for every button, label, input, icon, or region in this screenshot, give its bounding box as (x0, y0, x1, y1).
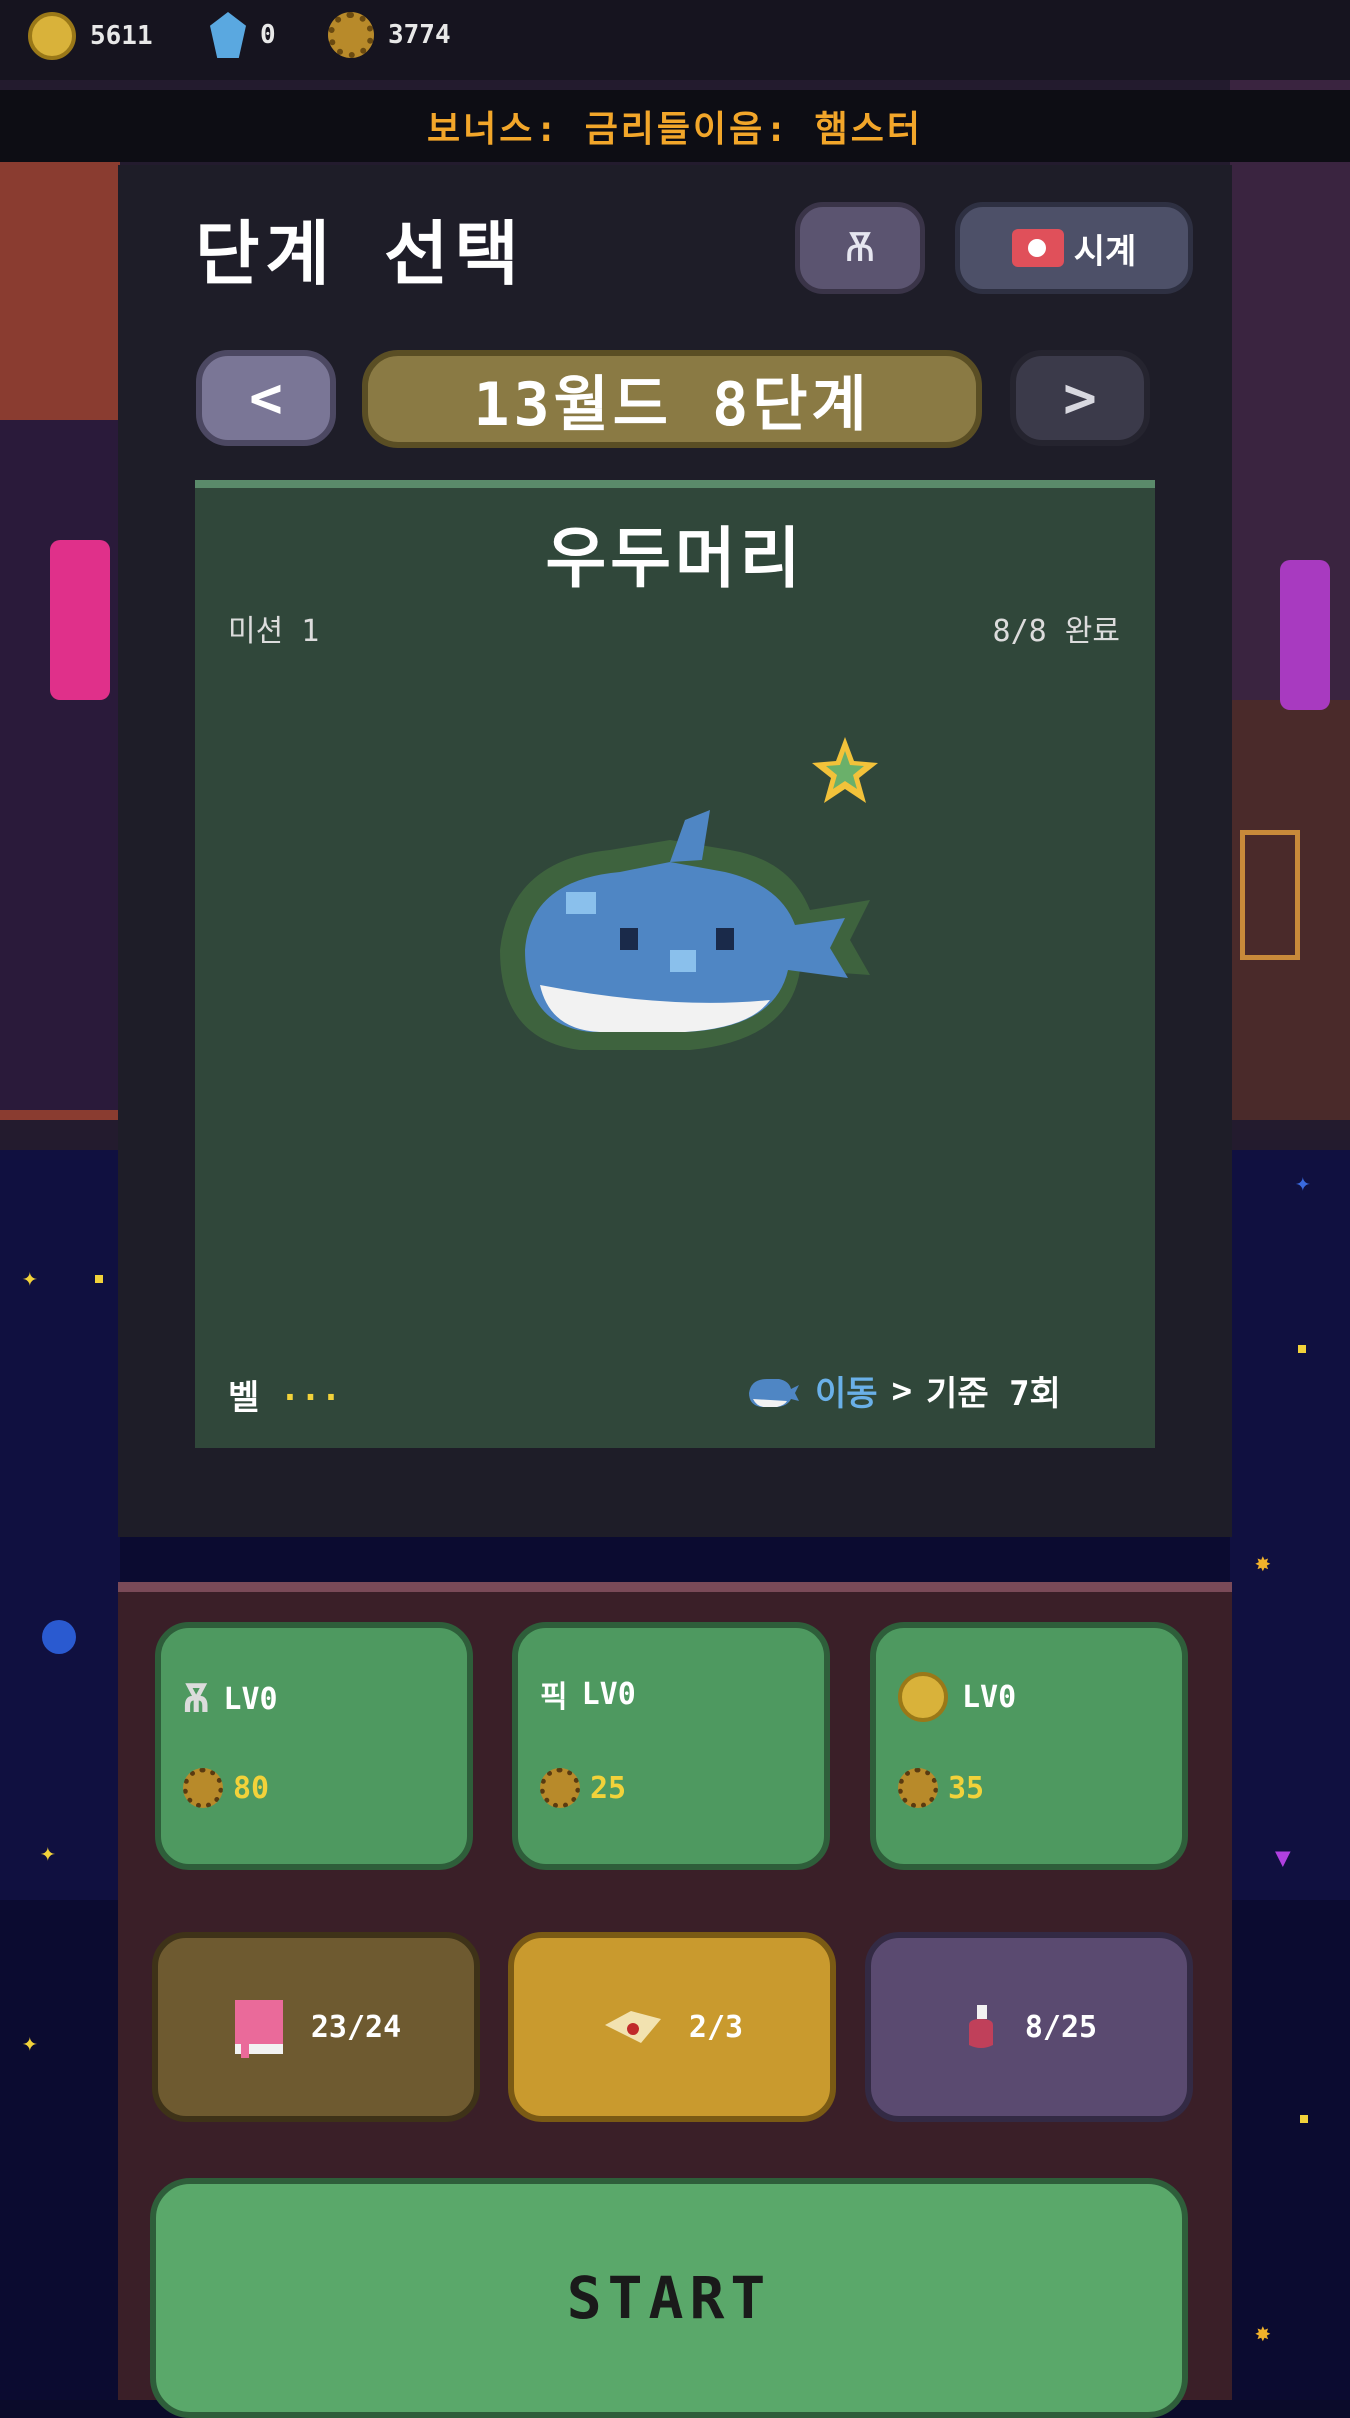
star-icon: ✸ (1255, 2318, 1271, 2348)
gear-icon (328, 12, 374, 58)
upgrade-level: LV0 (962, 1679, 1017, 1715)
dot (95, 1275, 103, 1283)
pick-icon: 픽 (540, 1680, 568, 1715)
move-label: 이동 (815, 1374, 878, 1414)
book-button[interactable]: 23/24 (152, 1932, 480, 2122)
upgrade-button-3[interactable]: LV0 35 (870, 1622, 1188, 1870)
upgrade-cost-row: 25 (540, 1768, 626, 1808)
upgrade-cost: 25 (590, 1770, 627, 1806)
background-frame (1240, 830, 1300, 960)
coin-icon (898, 1672, 948, 1722)
level-dots: ··· (279, 1378, 342, 1418)
top-bar: 5611 0 3774 (0, 0, 1350, 80)
star-icon: ✦ (40, 1838, 56, 1868)
upgrade-cost-row: 80 (183, 1768, 269, 1808)
background-space-right (1230, 1150, 1350, 1900)
upgrade-cost: 35 (948, 1770, 985, 1806)
book-count: 23/24 (310, 2009, 402, 2045)
star-icon: ✸ (1255, 1548, 1271, 1578)
move-value: 기준 7회 (926, 1374, 1061, 1414)
level-label: 벨 (228, 1378, 260, 1418)
move-arrow: > (891, 1370, 913, 1411)
planet-icon (42, 1620, 76, 1654)
star-icon: ✦ (22, 2028, 38, 2058)
upgrade-level: LV0 (223, 1681, 278, 1717)
whale-mini-icon (749, 1378, 799, 1407)
gear-count: 3774 (388, 20, 451, 50)
coin-icon (28, 12, 76, 60)
background-space-left (0, 1150, 120, 1900)
upgrade-row: Ѫ LV0 (183, 1672, 278, 1726)
gear-icon (183, 1768, 223, 1808)
scroll-icon (604, 2011, 661, 2043)
stage-label: 13월드 8단계 (362, 350, 982, 448)
prev-stage-button[interactable]: < (196, 350, 336, 446)
dot (1300, 2115, 1308, 2123)
upgrade-cost-row: 35 (898, 1768, 984, 1808)
clock-icon (1011, 229, 1064, 267)
next-stage-button[interactable]: > (1010, 350, 1150, 446)
star-icon: ✦ (22, 1263, 38, 1293)
background-sign-left (50, 540, 110, 700)
page-title: 단계 선택 (195, 213, 525, 295)
gem-counter: 0 (210, 12, 276, 58)
potion-button[interactable]: 8/25 (865, 1932, 1193, 2122)
bonus-banner: 보너스: 금리들이음: 햄스터 (0, 90, 1350, 162)
chevron-right-icon: > (1063, 365, 1097, 431)
clock-button[interactable]: 시계 (955, 202, 1193, 294)
potion-count: 8/25 (1024, 2009, 1098, 2045)
background-sign-right (1280, 560, 1330, 710)
move-info: 이동 > 기준 7회 (745, 1366, 1061, 1415)
star-icon: ✦ (1295, 1168, 1311, 1198)
upgrade-button-1[interactable]: Ѫ LV0 80 (155, 1622, 473, 1870)
star-icon: ▼ (1275, 1843, 1291, 1873)
monster-book-button[interactable]: Ѫ (795, 202, 925, 294)
upgrade-button-2[interactable]: 픽 LV0 25 (512, 1622, 830, 1870)
book-icon (234, 2000, 283, 2058)
chevron-left-icon: < (249, 365, 283, 431)
start-button[interactable]: START (150, 2178, 1188, 2418)
dot (1298, 1345, 1306, 1353)
upgrade-row: 픽 LV0 (540, 1672, 636, 1716)
background-left-shelf (0, 420, 120, 1110)
gear-counter: 3774 (328, 12, 451, 58)
sparkle-star-icon (812, 737, 878, 803)
upgrade-level: LV0 (581, 1676, 636, 1712)
spider-icon: Ѫ (183, 1672, 210, 1723)
coin-counter: 5611 (28, 12, 153, 60)
whale-boss-sprite (500, 810, 870, 1050)
boss-name: 우두머리 (545, 520, 805, 597)
gear-icon (898, 1768, 938, 1808)
gear-icon (540, 1768, 580, 1808)
spider-icon: Ѫ (846, 221, 874, 272)
mission-label: 미션 1 (228, 614, 320, 649)
scroll-count: 2/3 (688, 2009, 744, 2045)
level-indicator: 벨 ··· (228, 1370, 341, 1419)
coin-count: 5611 (90, 21, 153, 51)
scroll-button[interactable]: 2/3 (508, 1932, 836, 2122)
potion-icon (968, 2005, 993, 2048)
clear-count: 8/8 완료 (992, 614, 1120, 649)
upgrade-row: LV0 (898, 1672, 1016, 1722)
gem-count: 0 (260, 20, 276, 50)
gem-icon (210, 12, 246, 58)
clock-label: 시계 (1073, 231, 1137, 272)
upgrade-cost: 80 (233, 1770, 270, 1806)
